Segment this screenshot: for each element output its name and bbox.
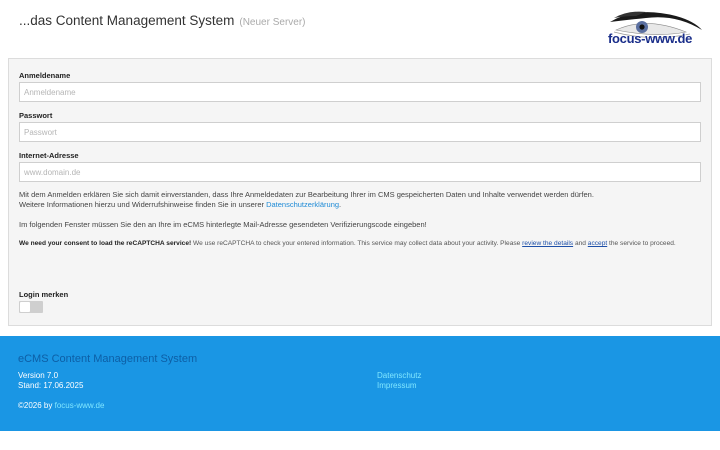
verification-note: Im folgenden Fenster müssen Sie den an I…	[19, 220, 427, 229]
recaptcha-consent-text: We use reCAPTCHA to check your entered i…	[191, 240, 523, 247]
review-details-link[interactable]: review the details	[522, 240, 573, 247]
privacy-note-prefix: Weitere Informationen hierzu und Widerru…	[19, 200, 267, 209]
remember-login-label: Login merken	[19, 290, 69, 299]
logo-text: focus-www.de	[608, 31, 693, 46]
recaptcha-consent-end: the service to proceed.	[607, 240, 676, 247]
password-input[interactable]	[19, 122, 701, 142]
page-footer: eCMS Content Management System Version 7…	[0, 336, 720, 431]
footer-privacy-link[interactable]: Datenschutz	[377, 371, 421, 380]
recaptcha-consent: We need your consent to load the reCAPTC…	[19, 240, 676, 247]
server-subtitle: (Neuer Server)	[239, 17, 306, 28]
accept-link[interactable]: accept	[588, 240, 607, 247]
address-label: Internet-Adresse	[19, 151, 79, 160]
footer-copyright: ©2026 by focus-www.de	[18, 401, 104, 410]
footer-imprint-link[interactable]: Impressum	[377, 381, 417, 390]
privacy-policy-link[interactable]: Datenschutzerklärung	[266, 200, 339, 209]
username-label: Anmeldename	[19, 71, 71, 80]
recaptcha-consent-and: and	[573, 240, 588, 247]
remember-login-toggle[interactable]	[19, 301, 43, 313]
login-form: Anmeldename Passwort Internet-Adresse Mi…	[8, 58, 712, 326]
app-title-text: ...das Content Management System	[19, 13, 235, 28]
privacy-note-suffix: .	[339, 200, 342, 209]
footer-site-link[interactable]: focus-www.de	[55, 401, 105, 410]
footer-date: Stand: 17.06.2025	[18, 381, 84, 390]
copyright-prefix: ©2026 by	[18, 401, 55, 410]
address-input[interactable]	[19, 162, 701, 182]
footer-version: Version 7.0	[18, 371, 59, 380]
page-header: ...das Content Management System (Neuer S…	[0, 0, 720, 58]
consent-note: Mit dem Anmelden erklären Sie sich damit…	[19, 190, 594, 199]
toggle-knob	[20, 302, 30, 312]
footer-title: eCMS Content Management System	[18, 353, 198, 365]
privacy-note: Weitere Informationen hierzu und Widerru…	[19, 200, 341, 210]
username-input[interactable]	[19, 82, 701, 102]
app-title: ...das Content Management System (Neuer S…	[19, 13, 306, 28]
recaptcha-consent-heading: We need your consent to load the reCAPTC…	[19, 240, 192, 247]
password-label: Passwort	[19, 111, 53, 120]
